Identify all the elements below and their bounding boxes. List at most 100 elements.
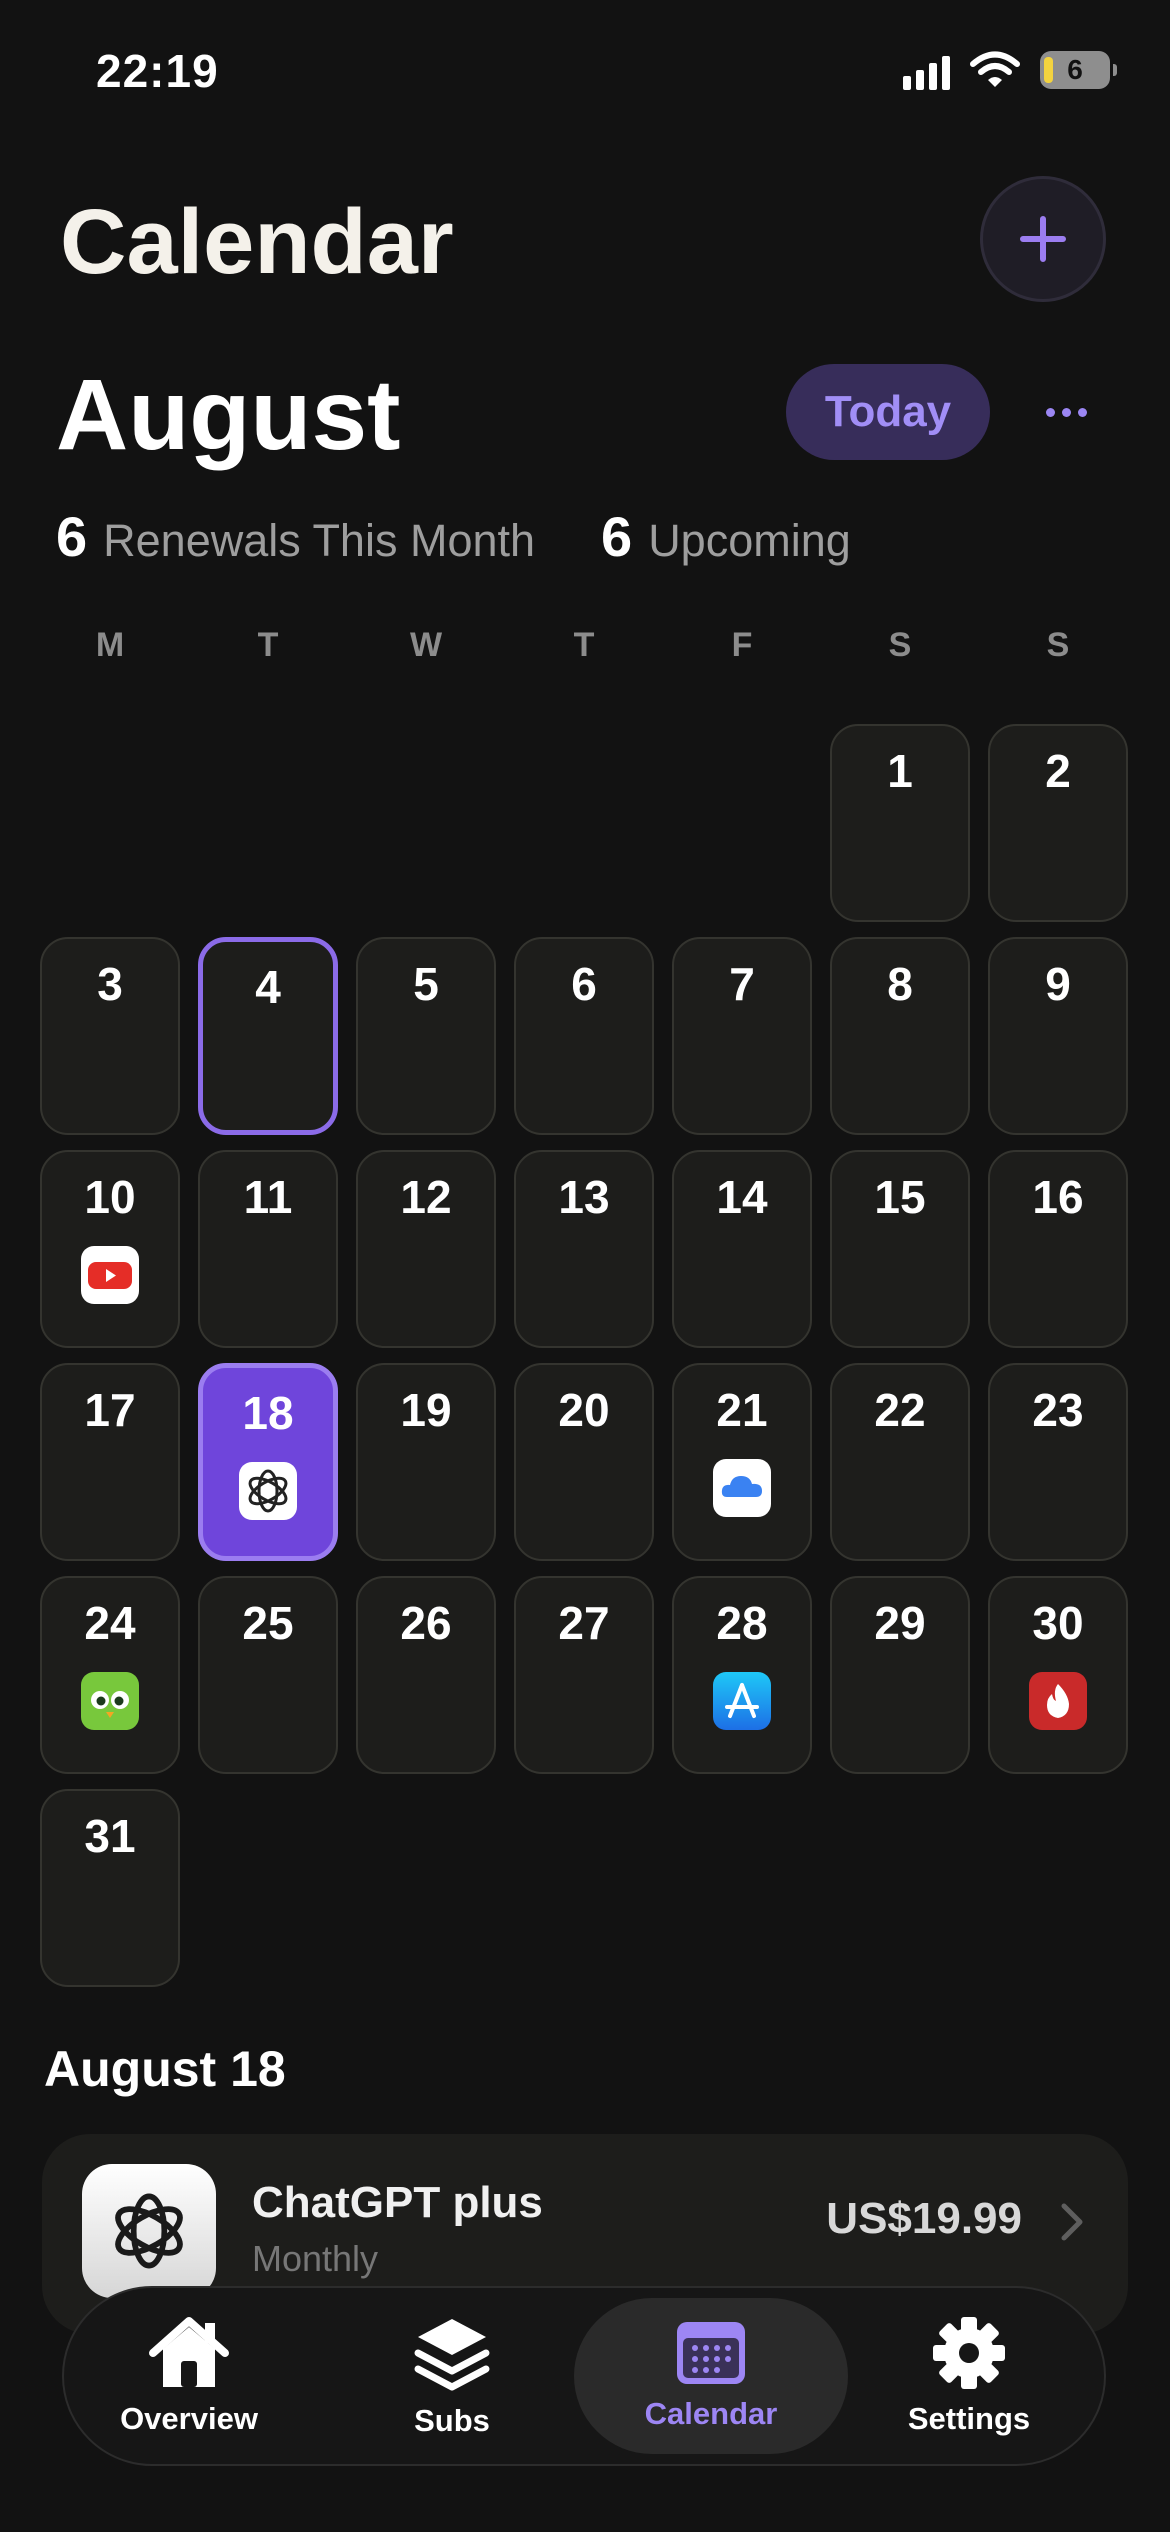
tab-calendar[interactable]: Calendar [574, 2298, 848, 2454]
calendar-day-27[interactable]: 27 [514, 1576, 654, 1774]
plus-icon [1020, 216, 1066, 262]
day-number: 23 [1032, 1384, 1084, 1436]
today-button[interactable]: Today [786, 364, 990, 460]
upcoming-label: Upcoming [648, 515, 851, 566]
subscription-price: US$19.99 [826, 2194, 1022, 2243]
calendar-day-28[interactable]: 28 [672, 1576, 812, 1774]
calendar-day-14[interactable]: 14 [672, 1150, 812, 1348]
day-number: 15 [874, 1171, 926, 1223]
add-subscription-button[interactable] [980, 176, 1106, 302]
day-number: 17 [84, 1384, 136, 1436]
day-number: 25 [242, 1597, 294, 1649]
calendar-day-29[interactable]: 29 [830, 1576, 970, 1774]
calendar-day-23[interactable]: 23 [988, 1363, 1128, 1561]
weekday-label: T [257, 626, 279, 664]
calendar-day-7[interactable]: 7 [672, 937, 812, 1135]
calendar-day-12[interactable]: 12 [356, 1150, 496, 1348]
tab-subs[interactable]: Subs [382, 2298, 522, 2454]
weekday-label: S [1046, 626, 1070, 664]
day-number: 14 [716, 1171, 768, 1223]
tab-label: Calendar [644, 2396, 778, 2431]
app-store-icon [713, 1672, 771, 1730]
calendar-day-13[interactable]: 13 [514, 1150, 654, 1348]
calendar-day-24[interactable]: 24 [40, 1576, 180, 1774]
tab-label: Settings [907, 2401, 1031, 2436]
chatgpt-icon [82, 2164, 216, 2298]
day-number: 30 [1032, 1597, 1084, 1649]
status-bar: 22:19 6 [0, 0, 1170, 150]
calendar-day-22[interactable]: 22 [830, 1363, 970, 1561]
renewals-count: 6 [56, 505, 88, 568]
page-title: Calendar [60, 191, 454, 293]
day-number: 1 [887, 745, 913, 797]
calendar-day-30[interactable]: 30 [988, 1576, 1128, 1774]
subscription-cycle: Monthly [252, 2238, 379, 2279]
chatgpt-icon [239, 1462, 297, 1520]
icloud-icon [713, 1459, 771, 1517]
ellipsis-icon [1045, 407, 1055, 417]
day-number: 8 [887, 958, 913, 1010]
tinder-icon [1029, 1672, 1087, 1730]
status-icons: 6 [903, 50, 1117, 90]
gear-icon [933, 2317, 1005, 2389]
battery-icon: 6 [1040, 51, 1117, 89]
tab-overview[interactable]: Overview [104, 2298, 274, 2454]
weekday-label: T [573, 626, 595, 664]
day-number: 27 [558, 1597, 610, 1649]
calendar-day-26[interactable]: 26 [356, 1576, 496, 1774]
month-title: August [56, 359, 401, 471]
calendar-day-8[interactable]: 8 [830, 937, 970, 1135]
selected-date-title: August 18 [44, 2041, 286, 2097]
day-number: 4 [255, 961, 281, 1013]
tab-settings[interactable]: Settings [884, 2298, 1054, 2454]
layers-icon [414, 2319, 490, 2391]
calendar-day-25[interactable]: 25 [198, 1576, 338, 1774]
weekday-label: W [409, 626, 443, 664]
day-number: 26 [400, 1597, 452, 1649]
house-icon [149, 2317, 229, 2387]
tab-bar: Overview Subs Calendar Settings [62, 2286, 1106, 2466]
day-number: 10 [84, 1171, 136, 1223]
calendar-day-5[interactable]: 5 [356, 937, 496, 1135]
calendar-day-3[interactable]: 3 [40, 937, 180, 1135]
upcoming-count: 6 [601, 505, 633, 568]
day-number: 16 [1032, 1171, 1084, 1223]
weekday-label: S [888, 626, 912, 664]
month-stats: 6 Renewals This Month 6 Upcoming [56, 504, 851, 569]
calendar-day-17[interactable]: 17 [40, 1363, 180, 1561]
calendar-day-20[interactable]: 20 [514, 1363, 654, 1561]
calendar-day-31[interactable]: 31 [40, 1789, 180, 1987]
calendar-icon [677, 2322, 745, 2384]
calendar-day-1[interactable]: 1 [830, 724, 970, 922]
day-number: 11 [243, 1171, 293, 1223]
wifi-icon [970, 51, 1020, 87]
day-number: 12 [400, 1171, 452, 1223]
renewals-label: Renewals This Month [103, 515, 536, 566]
calendar-day-6[interactable]: 6 [514, 937, 654, 1135]
cellular-signal-icon [903, 50, 950, 90]
calendar-day-18[interactable]: 18 [198, 1363, 338, 1561]
calendar-day-10[interactable]: 10 [40, 1150, 180, 1348]
calendar-day-19[interactable]: 19 [356, 1363, 496, 1561]
calendar-day-9[interactable]: 9 [988, 937, 1128, 1135]
battery-level: 6 [1067, 54, 1083, 85]
day-number: 19 [400, 1384, 452, 1436]
chevron-right-icon [1061, 2203, 1083, 2241]
calendar-day-16[interactable]: 16 [988, 1150, 1128, 1348]
calendar-day-21[interactable]: 21 [672, 1363, 812, 1561]
youtube-icon [81, 1246, 139, 1304]
calendar-grid: 1 2 3 4 5 6 7 8 9 10 11 12 13 14 15 16 17 18 19 20 21 22 23 24 2… [40, 724, 1128, 1987]
tab-label: Subs [414, 2403, 490, 2438]
calendar-day-15[interactable]: 15 [830, 1150, 970, 1348]
calendar-day-11[interactable]: 11 [198, 1150, 338, 1348]
day-number: 20 [558, 1384, 610, 1436]
calendar-day-2[interactable]: 2 [988, 724, 1128, 922]
more-options-button[interactable] [1036, 384, 1096, 440]
calendar-day-4[interactable]: 4 [198, 937, 338, 1135]
day-number: 13 [558, 1171, 610, 1223]
day-number: 24 [84, 1597, 136, 1649]
day-number: 2 [1045, 745, 1071, 797]
day-number: 5 [413, 958, 439, 1010]
duolingo-icon [81, 1672, 139, 1730]
day-number: 9 [1045, 958, 1071, 1010]
